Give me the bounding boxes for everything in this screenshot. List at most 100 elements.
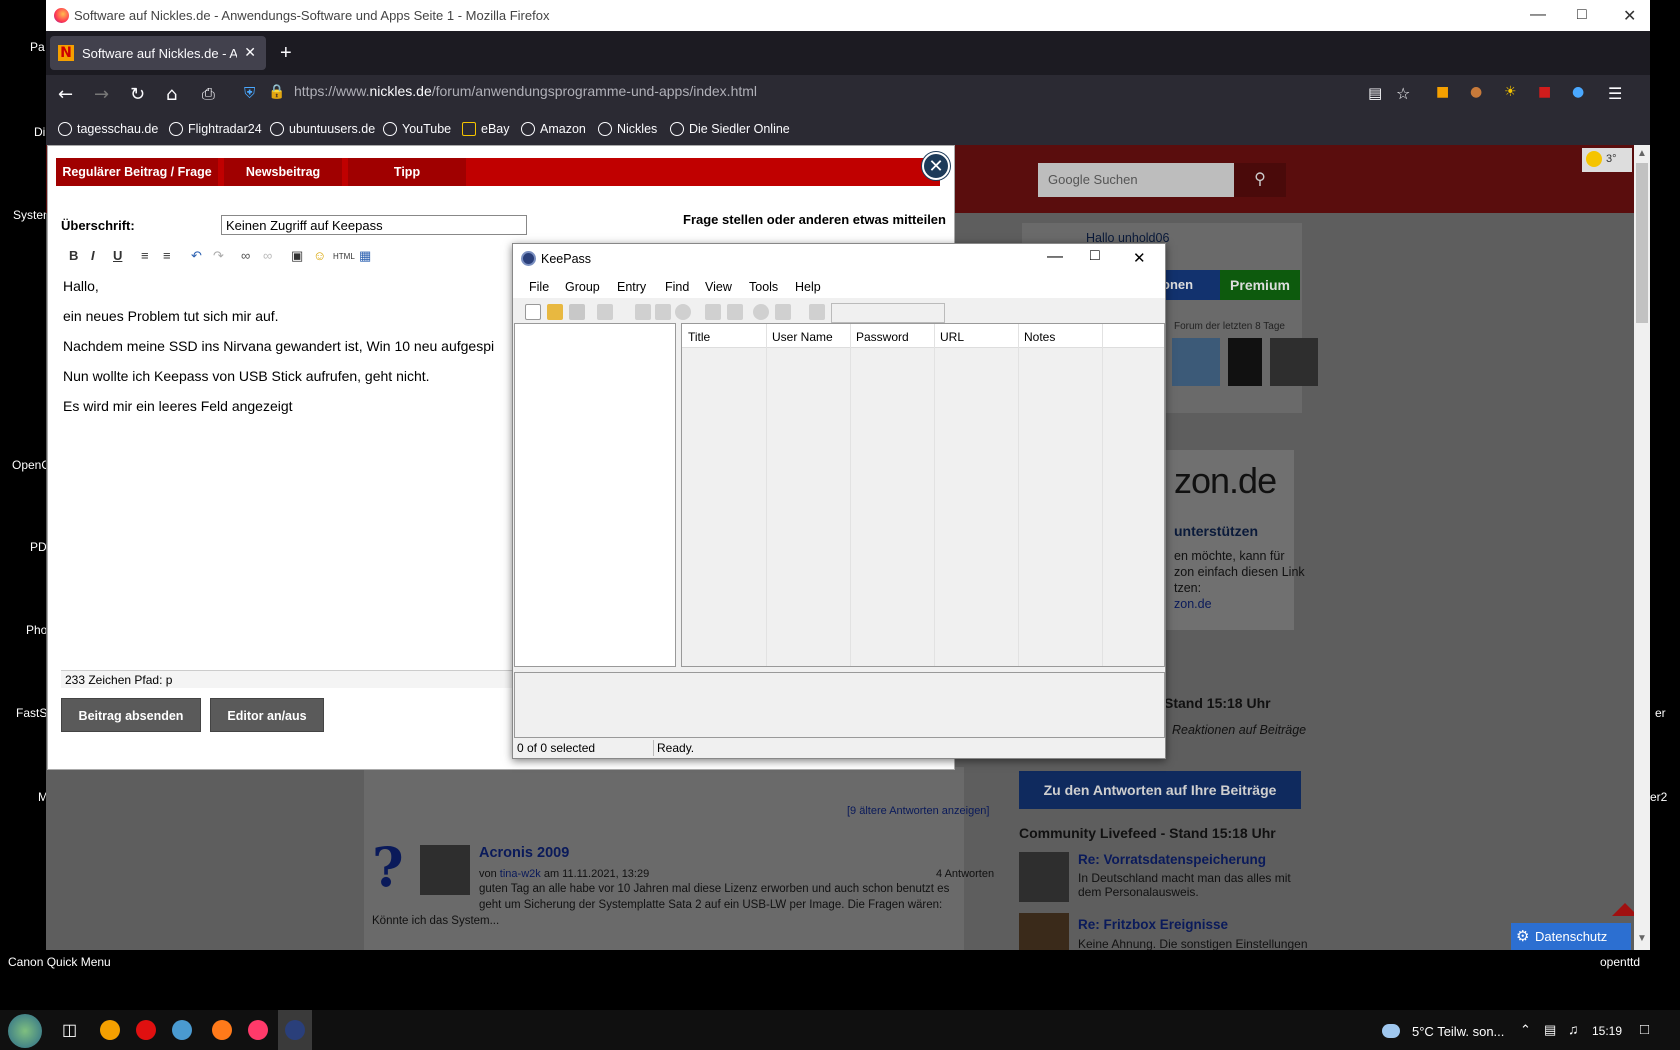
bookmark-item[interactable]: Flightradar24 xyxy=(169,122,262,136)
tab-close-icon[interactable]: ✕ xyxy=(244,44,256,61)
quick-search-combo[interactable] xyxy=(831,303,945,323)
minimize-icon[interactable]: — xyxy=(1530,6,1546,24)
avatar[interactable] xyxy=(1172,338,1220,386)
desktop-icon-label[interactable]: er xyxy=(1655,706,1666,720)
html-icon[interactable]: HTML xyxy=(333,252,355,261)
camera-icon[interactable]: ▣ xyxy=(291,248,303,264)
firefox-icon[interactable] xyxy=(212,1020,232,1040)
feed-title[interactable]: Re: Fritzbox Ereignisse xyxy=(1078,917,1228,932)
copy-password-icon[interactable] xyxy=(655,304,671,320)
smiley-icon[interactable]: ☺ xyxy=(313,248,326,263)
desktop-icon-label[interactable]: PD xyxy=(30,540,47,554)
minimize-icon[interactable]: — xyxy=(1047,248,1063,266)
menu-file[interactable]: File xyxy=(529,280,549,294)
tab-tip[interactable]: Tipp xyxy=(348,158,466,186)
avast-icon[interactable] xyxy=(100,1020,120,1040)
menu-icon[interactable]: ☰ xyxy=(1608,84,1622,103)
feed-title[interactable]: Re: Vorratsdatenspeicherung xyxy=(1078,852,1266,867)
taskbar-weather[interactable]: 5°C Teilw. son... xyxy=(1412,1024,1504,1039)
column-title[interactable]: Title xyxy=(688,330,710,344)
desktop-icon-label[interactable]: Canon Quick Menu xyxy=(8,955,111,969)
maximize-icon[interactable]: □ xyxy=(1577,6,1587,24)
close-icon[interactable]: ✕ xyxy=(1133,249,1146,267)
app-icon[interactable] xyxy=(172,1020,192,1040)
url-bar[interactable]: https://www.nickles.de/forum/anwendungsp… xyxy=(294,83,757,99)
shield-icon[interactable]: ⛨ xyxy=(244,84,255,102)
group-tree[interactable] xyxy=(514,323,676,667)
add-entry-icon[interactable] xyxy=(597,304,613,320)
column-notes[interactable]: Notes xyxy=(1024,330,1055,344)
bookmark-item[interactable]: YouTube xyxy=(383,122,451,136)
desktop-icon-label[interactable]: OpenO xyxy=(12,458,51,472)
avatar[interactable] xyxy=(1019,852,1069,902)
desktop-icon-label[interactable]: er2 xyxy=(1650,790,1667,804)
forward-icon[interactable]: → xyxy=(94,84,109,105)
autotype-icon[interactable] xyxy=(727,304,743,320)
post-author[interactable]: tina-w2k xyxy=(500,868,541,880)
reload-icon[interactable]: ↻ xyxy=(130,84,145,105)
login-button[interactable]: onen xyxy=(1162,270,1222,300)
home-icon[interactable]: ⌂ xyxy=(166,84,177,105)
menu-view[interactable]: View xyxy=(705,280,732,294)
page-scrollbar[interactable]: ▲ ▼ xyxy=(1634,145,1650,950)
search-input[interactable]: Google Suchen xyxy=(1038,163,1234,197)
column-url[interactable]: URL xyxy=(940,330,964,344)
bookmark-item[interactable]: Amazon xyxy=(521,122,586,136)
column-password[interactable]: Password xyxy=(856,330,909,344)
numbered-list-icon[interactable]: ≡ xyxy=(163,248,171,263)
menu-help[interactable]: Help xyxy=(795,280,821,294)
weather-extension-icon[interactable]: ☀ xyxy=(1504,84,1517,100)
bookmark-item[interactable]: tagesschau.de xyxy=(58,122,158,136)
lock-icon[interactable]: 🔒 xyxy=(268,84,285,100)
maximize-icon[interactable]: □ xyxy=(1090,247,1100,265)
amazon-logo[interactable]: zon.de xyxy=(1174,460,1277,502)
copy-username-icon[interactable] xyxy=(635,304,651,320)
desktop-icon-label[interactable]: openttd xyxy=(1600,955,1640,969)
save-icon[interactable] xyxy=(569,304,585,320)
bookmark-item[interactable]: eBay xyxy=(462,122,510,136)
firefox-icon[interactable] xyxy=(248,1020,268,1040)
chevron-up-icon[interactable]: ⌃ xyxy=(1520,1022,1531,1038)
clock[interactable]: 15:19 xyxy=(1592,1024,1622,1038)
modal-close-button[interactable]: ✕ xyxy=(922,152,950,180)
unlink-icon[interactable]: ∞ xyxy=(263,248,272,263)
bookmark-item[interactable]: Die Siedler Online xyxy=(670,122,790,136)
editor-toggle-button[interactable]: Editor an/aus xyxy=(210,698,324,732)
entry-list[interactable]: Title User Name Password URL Notes xyxy=(681,323,1165,667)
avatar[interactable] xyxy=(1019,913,1069,950)
premium-button[interactable]: Premium xyxy=(1220,270,1300,300)
menu-entry[interactable]: Entry xyxy=(617,280,646,294)
scroll-top-icon[interactable] xyxy=(1612,903,1634,916)
notifications-icon[interactable]: □ xyxy=(1640,1021,1649,1038)
bookmark-item[interactable]: ubuntuusers.de xyxy=(270,122,375,136)
copy-entry-icon[interactable] xyxy=(705,304,721,320)
redo-icon[interactable]: ↷ xyxy=(213,248,224,264)
bullet-list-icon[interactable]: ≡ xyxy=(141,248,149,263)
new-database-icon[interactable] xyxy=(525,304,541,320)
submit-post-button[interactable]: Beitrag absenden xyxy=(61,698,201,732)
desktop-icon-label[interactable]: Pa xyxy=(30,40,45,54)
open-database-icon[interactable] xyxy=(547,304,563,320)
print-icon[interactable]: ⎙ xyxy=(202,84,215,104)
link-icon[interactable]: ∞ xyxy=(241,248,250,263)
amazon-link[interactable]: zon.de xyxy=(1174,597,1212,611)
entry-view-icon[interactable] xyxy=(775,304,791,320)
entry-detail-pane[interactable] xyxy=(514,672,1165,738)
older-answers-link[interactable]: [9 ältere Antworten anzeigen] xyxy=(847,805,989,817)
back-icon[interactable]: ← xyxy=(58,84,73,105)
start-button[interactable] xyxy=(8,1014,42,1048)
new-tab-icon[interactable]: + xyxy=(280,42,292,65)
column-username[interactable]: User Name xyxy=(772,330,833,344)
profile-extension-icon[interactable]: ● xyxy=(1572,84,1584,100)
reader-view-icon[interactable]: ▤ xyxy=(1368,84,1382,102)
lock-workspace-icon[interactable] xyxy=(809,304,825,320)
desktop-icon-label[interactable]: Pho xyxy=(26,623,47,637)
search-button[interactable]: ⚲ xyxy=(1234,163,1286,197)
ublock-icon[interactable]: ■ xyxy=(1538,84,1551,100)
scroll-down-icon[interactable]: ▼ xyxy=(1637,933,1647,944)
extension-icon[interactable]: ■ xyxy=(1436,84,1449,100)
desktop-icon-label[interactable]: Di xyxy=(34,125,45,139)
answers-button[interactable]: Zu den Antworten auf Ihre Beiträge xyxy=(1019,771,1301,809)
tab-news-post[interactable]: Newsbeitrag xyxy=(224,158,342,186)
avatar[interactable] xyxy=(1228,338,1262,386)
